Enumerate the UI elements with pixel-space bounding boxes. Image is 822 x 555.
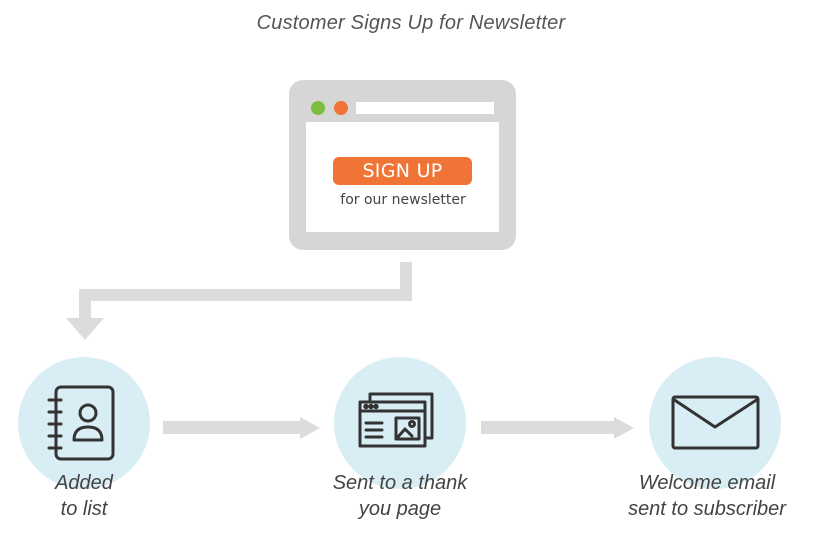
arrow-down-icon	[66, 318, 104, 340]
step-caption-added-to-list: Added to list	[55, 472, 113, 520]
connector-page-to-email	[481, 417, 634, 439]
browser-dot-orange-icon	[334, 101, 348, 115]
browser-dot-green-icon	[311, 101, 325, 115]
step-caption-welcome-email: Welcome email sent to subscriber	[628, 472, 786, 520]
connector-list-to-page	[163, 417, 320, 439]
connector-card-to-list	[66, 262, 412, 340]
arrow-right-icon	[300, 417, 320, 439]
browser-address-bar	[356, 102, 494, 114]
step-caption-thank-you-page: Sent to a thank you page	[332, 472, 468, 520]
sign-up-button: SIGN UP	[362, 160, 443, 182]
newsletter-subtitle: for our newsletter	[340, 192, 466, 208]
arrow-right-icon	[614, 417, 634, 439]
